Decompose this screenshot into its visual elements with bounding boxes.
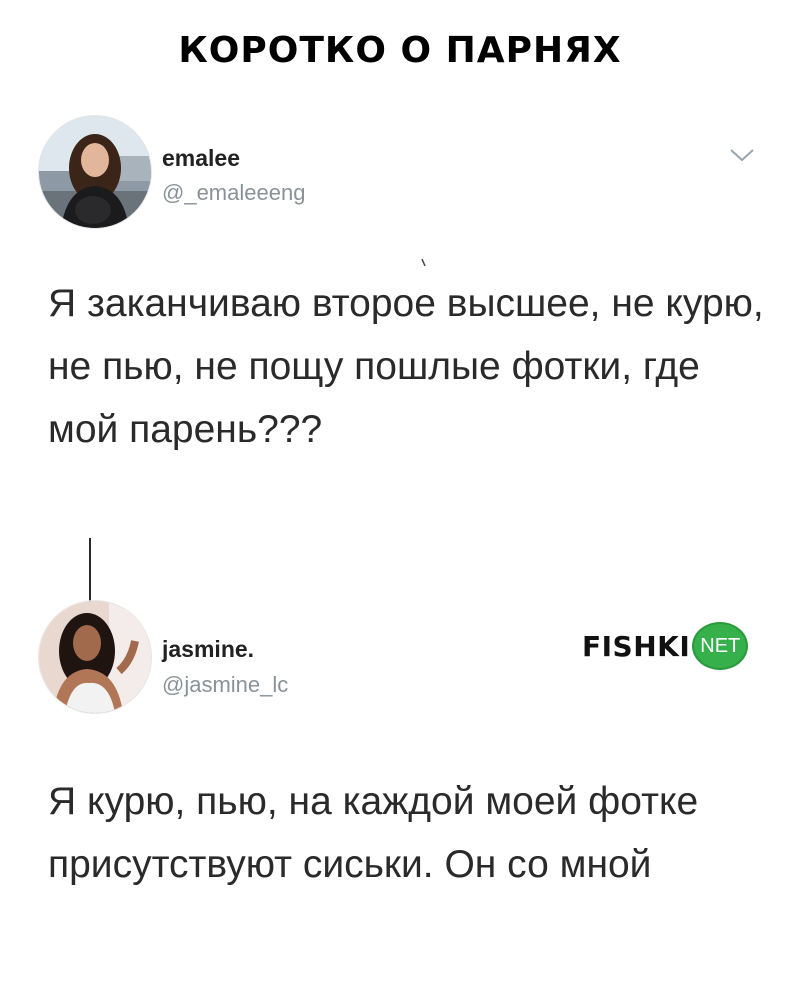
stray-mark [421, 258, 426, 267]
avatar[interactable] [38, 600, 152, 714]
watermark-text: FISHKI [582, 629, 691, 663]
avatar-jasmine-image [39, 601, 151, 713]
user-handle[interactable]: @jasmine_lc [162, 672, 288, 698]
meme-title: КОРОТКО О ПАРНЯХ [178, 30, 622, 71]
avatar-emalee-image [39, 116, 151, 228]
thread-connector [89, 538, 91, 602]
user-handle[interactable]: @_emaleeeng [162, 180, 305, 206]
tweet-text: Я курю, пью, на каждой моей фотке присут… [48, 780, 699, 886]
tweet-text: Я заканчиваю второе высшее, не курю, не … [48, 282, 764, 451]
fishki-watermark: FISHKI NET [582, 622, 749, 670]
chevron-down-icon[interactable] [728, 145, 756, 165]
avatar[interactable] [38, 115, 152, 229]
display-name[interactable]: emalee [162, 145, 240, 172]
watermark-badge: NET [692, 622, 749, 670]
display-name[interactable]: jasmine. [162, 636, 254, 663]
